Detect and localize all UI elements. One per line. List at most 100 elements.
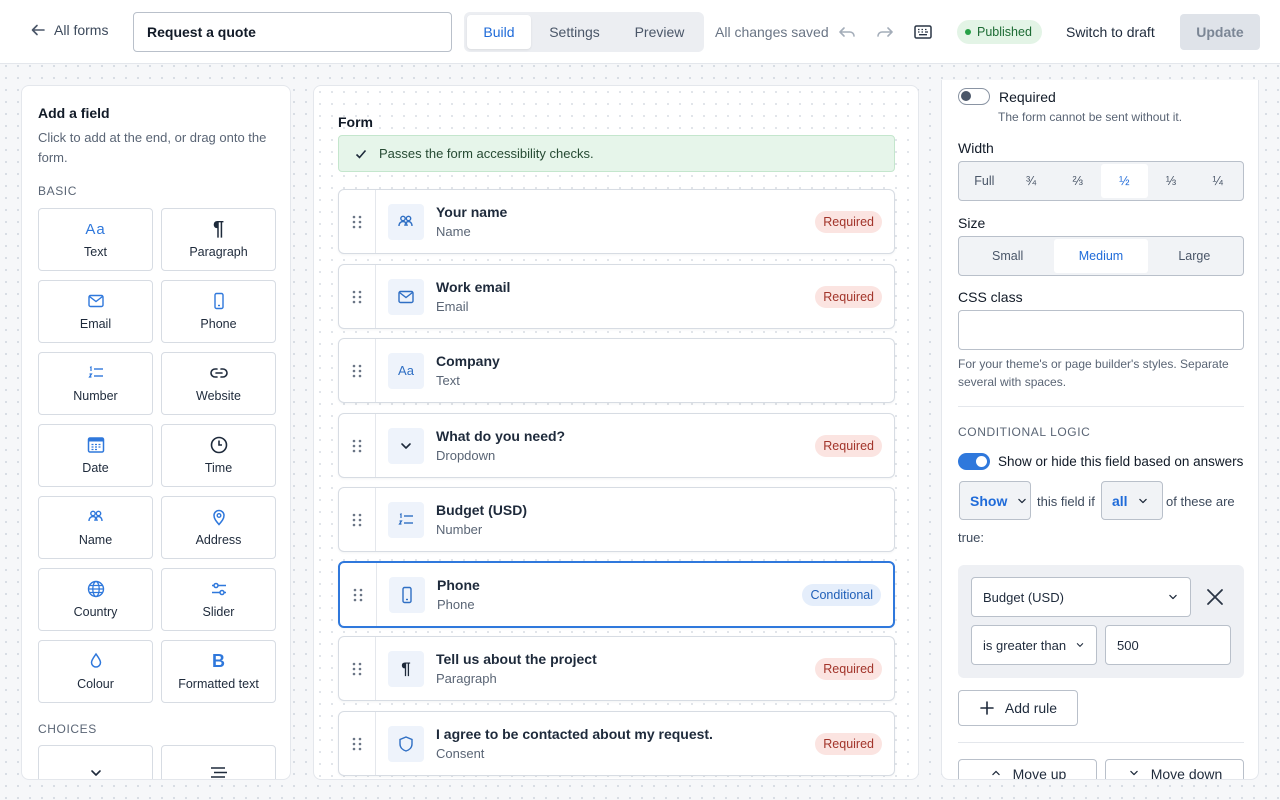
drag-handle-icon[interactable] <box>340 563 377 626</box>
form-heading: Form <box>338 114 373 130</box>
conditional-logic-toggle[interactable] <box>958 453 990 470</box>
keyboard-shortcuts-icon[interactable] <box>911 20 935 44</box>
drag-handle-icon[interactable] <box>339 414 376 477</box>
width-option-two-thirds[interactable]: ⅔ <box>1054 164 1101 198</box>
tile-label: Formatted text <box>178 677 259 691</box>
tab-settings[interactable]: Settings <box>531 15 618 49</box>
add-name-field[interactable]: Name <box>38 496 153 559</box>
tab-preview[interactable]: Preview <box>618 15 701 49</box>
add-number-field[interactable]: Number <box>38 352 153 415</box>
required-toggle[interactable] <box>958 88 990 105</box>
width-label: Width <box>958 140 994 156</box>
view-tabs: Build Settings Preview <box>464 12 704 52</box>
globe-icon <box>87 580 105 598</box>
update-button[interactable]: Update <box>1180 14 1260 50</box>
sliders-icon <box>210 580 228 598</box>
css-class-label: CSS class <box>958 289 1023 305</box>
field-type: Name <box>436 224 471 239</box>
add-slider-field[interactable]: Slider <box>161 568 276 631</box>
drag-handle-icon[interactable] <box>339 712 376 775</box>
chevron-up-icon <box>989 766 1003 779</box>
form-field-tell-us-about-project[interactable]: ¶ Tell us about the project Paragraph Re… <box>338 636 895 701</box>
tile-label: Date <box>82 461 109 475</box>
add-formatted-text-field[interactable]: B Formatted text <box>161 640 276 703</box>
move-down-label: Move down <box>1150 766 1223 780</box>
action-select[interactable]: Show <box>959 481 1031 520</box>
match-select[interactable]: all <box>1101 481 1163 520</box>
people-icon <box>388 203 424 240</box>
field-settings-panel: Required The form cannot be sent without… <box>941 80 1259 780</box>
width-option-three-quarters[interactable]: ¾ <box>1008 164 1055 198</box>
match-value: all <box>1112 492 1128 509</box>
field-name: Budget (USD) <box>436 502 527 518</box>
width-option-full[interactable]: Full <box>961 164 1008 198</box>
form-title-input[interactable] <box>133 12 452 52</box>
width-option-one-third[interactable]: ⅓ <box>1148 164 1195 198</box>
rule-operator-value: is greater than <box>983 637 1067 653</box>
list-lines-icon <box>209 764 229 779</box>
add-dropdown-field[interactable] <box>38 745 153 779</box>
form-canvas: Form Passes the form accessibility check… <box>313 85 919 780</box>
add-time-field[interactable]: Time <box>161 424 276 487</box>
chevron-down-icon <box>1136 494 1150 508</box>
tile-label: Name <box>78 533 113 547</box>
size-option-large[interactable]: Large <box>1148 239 1241 273</box>
add-paragraph-field[interactable]: ¶ Paragraph <box>161 208 276 271</box>
form-field-work-email[interactable]: Work email Email Required <box>338 264 895 329</box>
drag-handle-icon[interactable] <box>339 488 376 551</box>
add-phone-field[interactable]: Phone <box>161 280 276 343</box>
add-email-field[interactable]: Email <box>38 280 153 343</box>
width-option-half[interactable]: ½ <box>1101 164 1148 198</box>
add-country-field[interactable]: Country <box>38 568 153 631</box>
add-rule-button[interactable]: Add rule <box>958 690 1078 726</box>
form-field-consent[interactable]: I agree to be contacted about my request… <box>338 711 895 776</box>
field-name: Phone <box>437 577 480 593</box>
add-list-field[interactable] <box>161 745 276 779</box>
undo-icon[interactable] <box>835 20 859 44</box>
checkmark-icon <box>355 148 367 160</box>
size-option-medium[interactable]: Medium <box>1054 239 1148 273</box>
add-text-field[interactable]: Aa Text <box>38 208 153 271</box>
choice-field-grid <box>38 745 276 779</box>
drag-handle-icon[interactable] <box>339 339 376 402</box>
add-field-title: Add a field <box>38 105 110 121</box>
chevron-down-icon <box>1127 766 1141 779</box>
add-website-field[interactable]: Website <box>161 352 276 415</box>
move-down-button[interactable]: Move down <box>1105 759 1244 780</box>
add-address-field[interactable]: Address <box>161 496 276 559</box>
tab-build[interactable]: Build <box>467 15 531 49</box>
form-field-your-name[interactable]: Your name Name Required <box>338 189 895 254</box>
condition-rule: Budget (USD) is greater than <box>958 565 1244 678</box>
form-field-budget[interactable]: Budget (USD) Number <box>338 487 895 552</box>
switch-to-draft-button[interactable]: Switch to draft <box>1066 24 1155 40</box>
accessibility-banner: Passes the form accessibility checks. <box>338 135 895 172</box>
back-to-forms-link[interactable]: All forms <box>30 22 108 38</box>
redo-icon[interactable] <box>873 20 897 44</box>
move-up-button[interactable]: Move up <box>958 759 1097 779</box>
arrow-left-icon <box>30 22 46 38</box>
width-option-quarter[interactable]: ¼ <box>1194 164 1241 198</box>
field-name: Work email <box>436 279 511 295</box>
top-bar: All forms Build Settings Preview All cha… <box>0 0 1280 64</box>
remove-rule-icon[interactable] <box>1203 585 1227 609</box>
envelope-icon <box>87 292 105 310</box>
tile-label: Number <box>73 389 118 403</box>
rule-value-input[interactable] <box>1105 625 1231 665</box>
form-field-company[interactable]: Aa Company Text <box>338 338 895 403</box>
envelope-icon <box>388 278 424 315</box>
size-option-small[interactable]: Small <box>961 239 1054 273</box>
form-field-what-do-you-need[interactable]: What do you need? Dropdown Required <box>338 413 895 478</box>
add-colour-field[interactable]: Colour <box>38 640 153 703</box>
css-class-input[interactable] <box>958 310 1244 350</box>
shield-icon <box>388 725 424 762</box>
add-date-field[interactable]: Date <box>38 424 153 487</box>
numbered-list-icon <box>388 501 424 538</box>
accessibility-message: Passes the form accessibility checks. <box>379 146 594 161</box>
drag-handle-icon[interactable] <box>339 637 376 700</box>
rule-operator-select[interactable]: is greater than <box>971 625 1097 665</box>
drag-handle-icon[interactable] <box>339 265 376 328</box>
form-field-phone[interactable]: Phone Phone Conditional <box>338 561 895 628</box>
rule-field-select[interactable]: Budget (USD) <box>971 577 1191 617</box>
drag-handle-icon[interactable] <box>339 190 376 253</box>
tile-label: Phone <box>200 317 237 331</box>
